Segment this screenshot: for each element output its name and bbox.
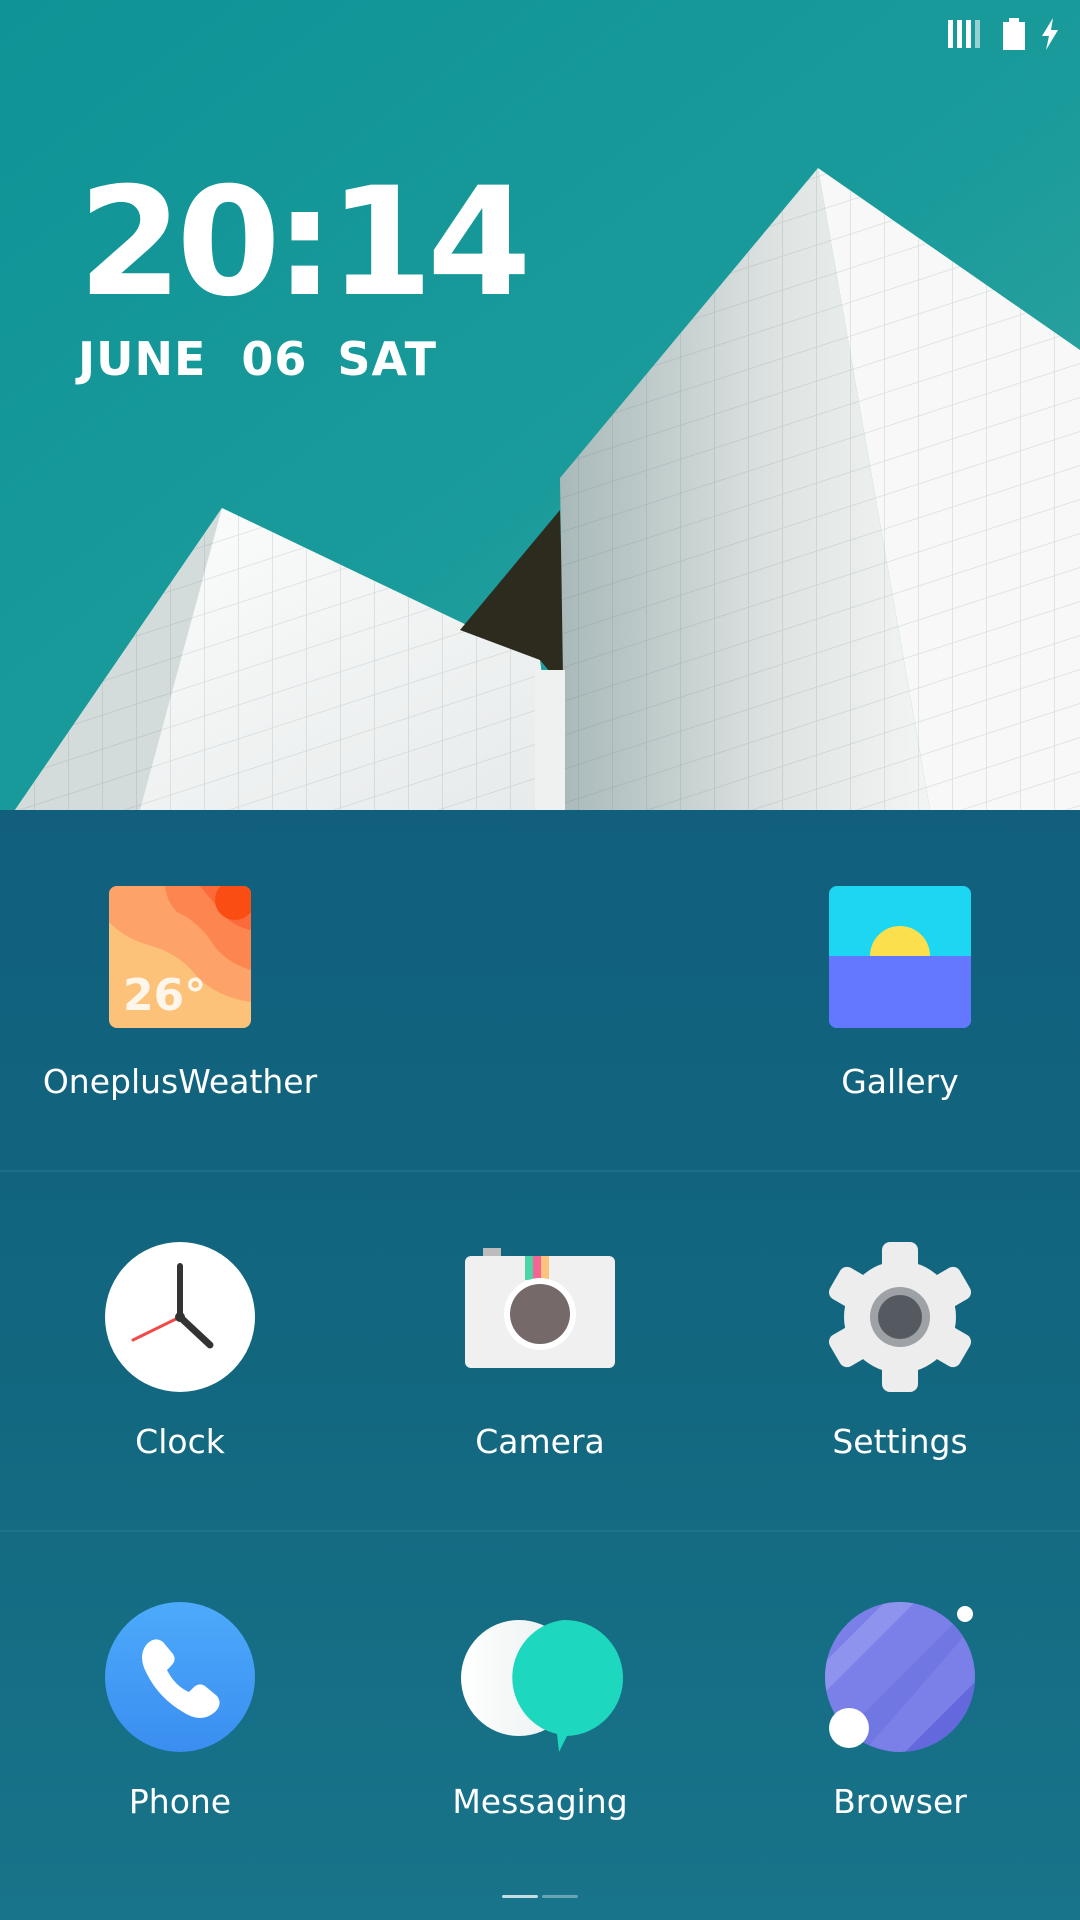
date-label: JUNE 06 bbox=[78, 332, 308, 386]
app-label: Clock bbox=[135, 1422, 225, 1461]
app-label: Phone bbox=[128, 1782, 232, 1821]
clock-widget[interactable]: 20:14 JUNE 06 SAT bbox=[78, 156, 531, 386]
app-row-3: Phone Messaging Browser bbox=[0, 1530, 1080, 1890]
app-row-2: Clock Camera Settings bbox=[0, 1170, 1080, 1530]
clock-time: 20:14 bbox=[78, 156, 531, 330]
app-messaging[interactable]: Messaging bbox=[390, 1530, 690, 1890]
planet-icon bbox=[825, 1602, 975, 1752]
signal-icon bbox=[948, 18, 988, 50]
app-browser[interactable]: Browser bbox=[750, 1530, 1050, 1890]
home-screen: 20:14 JUNE 06 SAT 26° OneplusWeather Gal… bbox=[0, 0, 1080, 1920]
app-gallery[interactable]: Gallery bbox=[750, 810, 1050, 1170]
app-label: OneplusWeather bbox=[42, 1062, 318, 1101]
weather-temp: 26° bbox=[123, 970, 206, 1021]
chat-bubble-icon bbox=[461, 1602, 624, 1752]
gear-icon bbox=[825, 1242, 975, 1392]
status-bar bbox=[948, 14, 1060, 54]
app-phone[interactable]: Phone bbox=[30, 1530, 330, 1890]
gallery-icon bbox=[825, 882, 975, 1032]
app-clock[interactable]: Clock bbox=[30, 1170, 330, 1530]
clock-icon bbox=[105, 1242, 255, 1392]
app-oneplus-weather[interactable]: 26° OneplusWeather bbox=[30, 810, 330, 1170]
phone-icon bbox=[105, 1602, 255, 1752]
app-row-1: 26° OneplusWeather Gallery bbox=[0, 810, 1080, 1170]
app-grid: 26° OneplusWeather Gallery Clock Camera … bbox=[0, 810, 1080, 1920]
page-indicator[interactable] bbox=[0, 1895, 1080, 1898]
page-indicator-dash-2 bbox=[542, 1895, 578, 1898]
app-label: Messaging bbox=[452, 1782, 628, 1821]
wallpaper bbox=[0, 0, 1080, 810]
weather-icon: 26° bbox=[105, 882, 255, 1032]
app-label: Camera bbox=[475, 1422, 605, 1461]
app-label: Settings bbox=[832, 1422, 968, 1461]
app-label: Gallery bbox=[841, 1062, 959, 1101]
wallpaper-image bbox=[0, 0, 1080, 810]
weekday-label: SAT bbox=[337, 332, 437, 386]
charging-bolt-icon bbox=[1040, 18, 1060, 50]
app-settings[interactable]: Settings bbox=[750, 1170, 1050, 1530]
camera-icon bbox=[465, 1242, 615, 1392]
app-label: Browser bbox=[833, 1782, 967, 1821]
clock-date: JUNE 06 SAT bbox=[78, 332, 525, 386]
page-indicator-dash-1 bbox=[502, 1895, 538, 1898]
battery-icon bbox=[1002, 18, 1026, 50]
app-camera[interactable]: Camera bbox=[390, 1170, 690, 1530]
